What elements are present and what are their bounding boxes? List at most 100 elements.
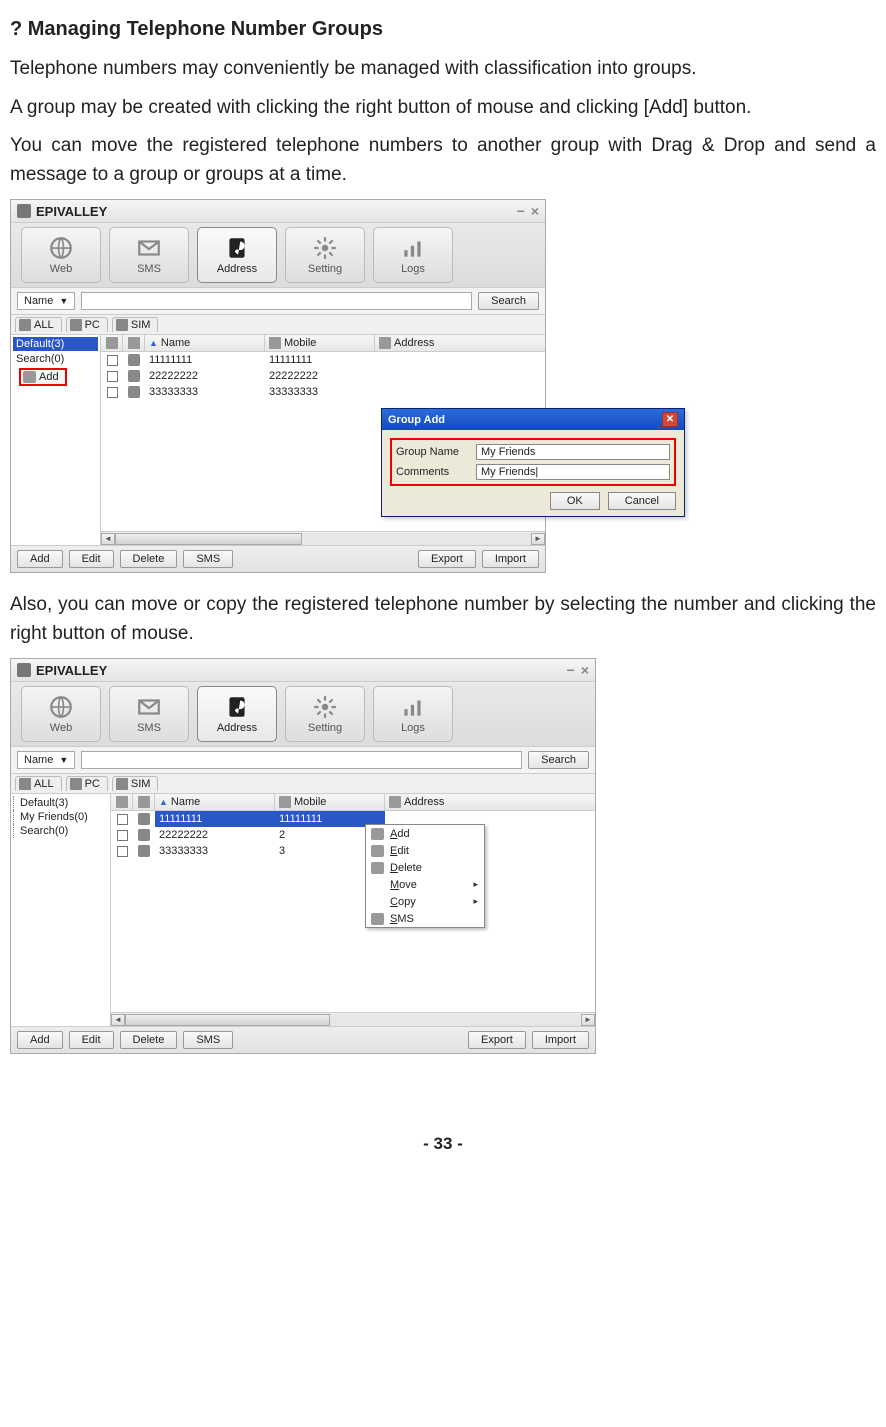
toolbar-address[interactable]: Address <box>197 227 277 283</box>
source-tabs: ALL PC SIM <box>11 315 545 335</box>
gear-icon <box>311 235 339 261</box>
minimize-icon[interactable]: − <box>517 203 525 219</box>
sms-button[interactable]: SMS <box>183 550 233 568</box>
col-name[interactable]: ▲Name <box>145 335 265 351</box>
table-row[interactable]: 33333333 3 <box>111 843 595 859</box>
section-heading: ? Managing Telephone Number Groups <box>10 18 876 41</box>
tab-sim[interactable]: SIM <box>112 317 159 332</box>
sms-button[interactable]: SMS <box>183 1031 233 1049</box>
context-add-button[interactable]: Add <box>19 368 67 386</box>
comments-input[interactable]: My Friends| <box>476 464 670 480</box>
h-scrollbar[interactable]: ◄ ► <box>111 1012 595 1026</box>
table-row[interactable]: 22222222 22222222 <box>101 368 545 384</box>
toolbar-web[interactable]: Web <box>21 686 101 742</box>
dialog-close-icon[interactable]: ✕ <box>662 412 678 427</box>
search-field-dropdown[interactable]: Name ▼ <box>17 292 75 310</box>
scroll-right-icon[interactable]: ► <box>581 1014 595 1026</box>
cancel-button[interactable]: Cancel <box>608 492 676 510</box>
h-scrollbar[interactable]: ◄ ► <box>101 531 545 545</box>
tab-all[interactable]: ALL <box>15 776 62 791</box>
add-button[interactable]: Add <box>17 550 63 568</box>
source-icon <box>138 829 150 841</box>
toolbar-sms[interactable]: SMS <box>109 227 189 283</box>
dialog-titlebar[interactable]: Group Add ✕ <box>382 409 684 430</box>
search-button[interactable]: Search <box>478 292 539 310</box>
checkbox[interactable] <box>117 846 128 857</box>
ctx-move[interactable]: Move▸ <box>366 876 484 893</box>
tab-sim[interactable]: SIM <box>112 776 159 791</box>
globe-icon <box>47 235 75 261</box>
check-header-icon[interactable] <box>116 796 128 808</box>
toolbar-web[interactable]: Web <box>21 227 101 283</box>
table-row[interactable]: 22222222 2 <box>111 827 595 843</box>
delete-button[interactable]: Delete <box>120 1031 178 1049</box>
scroll-left-icon[interactable]: ◄ <box>101 533 115 545</box>
toolbar-logs[interactable]: Logs <box>373 686 453 742</box>
minimize-icon[interactable]: − <box>567 662 575 678</box>
edit-button[interactable]: Edit <box>69 550 114 568</box>
edit-button[interactable]: Edit <box>69 1031 114 1049</box>
import-button[interactable]: Import <box>482 550 539 568</box>
col-address[interactable]: Address <box>375 335 545 351</box>
ctx-copy[interactable]: Copy▸ <box>366 893 484 910</box>
export-button[interactable]: Export <box>418 550 476 568</box>
toolbar-label: Logs <box>401 722 425 734</box>
delete-button[interactable]: Delete <box>120 550 178 568</box>
toolbar-logs[interactable]: Logs <box>373 227 453 283</box>
sidebar-item-default[interactable]: Default(3) <box>13 337 98 351</box>
toolbar-setting[interactable]: Setting <box>285 686 365 742</box>
checkbox[interactable] <box>107 387 118 398</box>
table-row[interactable]: 11111111 11111111 <box>111 811 595 827</box>
checkbox[interactable] <box>107 371 118 382</box>
close-icon[interactable]: × <box>531 203 539 219</box>
tab-all[interactable]: ALL <box>15 317 62 332</box>
sidebar-item[interactable]: Search(0) <box>13 824 108 838</box>
ok-button[interactable]: OK <box>550 492 600 510</box>
toolbar-sms[interactable]: SMS <box>109 686 189 742</box>
toolbar-setting[interactable]: Setting <box>285 227 365 283</box>
scroll-thumb[interactable] <box>125 1014 330 1026</box>
bottom-toolbar: Add Edit Delete SMS Export Import <box>11 545 545 572</box>
col-mobile[interactable]: Mobile <box>265 335 375 351</box>
app-window: EPIVALLEY − × Web SMS Address Setti <box>10 199 546 573</box>
table-row[interactable]: 11111111 11111111 <box>101 352 545 368</box>
checkbox[interactable] <box>117 814 128 825</box>
group-sidebar: Default(3) My Friends(0) Search(0) <box>11 794 111 1026</box>
search-input[interactable] <box>81 751 522 769</box>
col-address[interactable]: Address <box>385 794 595 810</box>
tab-icon <box>19 319 31 331</box>
col-name[interactable]: ▲Name <box>155 794 275 810</box>
bars-icon <box>399 235 427 261</box>
import-button[interactable]: Import <box>532 1031 589 1049</box>
search-field-dropdown[interactable]: Name ▼ <box>17 751 75 769</box>
tab-pc[interactable]: PC <box>66 776 108 791</box>
search-input[interactable] <box>81 292 472 310</box>
scroll-thumb[interactable] <box>115 533 302 545</box>
app-title: EPIVALLEY <box>36 204 107 219</box>
checkbox[interactable] <box>117 830 128 841</box>
check-header-icon[interactable] <box>106 337 118 349</box>
ctx-delete[interactable]: Delete <box>366 859 484 876</box>
ctx-edit[interactable]: Edit <box>366 842 484 859</box>
sidebar-item-search[interactable]: Search(0) <box>13 352 98 366</box>
sidebar-item[interactable]: My Friends(0) <box>13 810 108 824</box>
tab-pc[interactable]: PC <box>66 317 108 332</box>
sidebar-item[interactable]: Default(3) <box>13 796 108 810</box>
ctx-sms[interactable]: SMS <box>366 910 484 927</box>
toolbar: Web SMS Address Setting Logs <box>11 223 545 288</box>
app-window: EPIVALLEY − × Web SMS Address Setti <box>10 658 596 1054</box>
scroll-right-icon[interactable]: ► <box>531 533 545 545</box>
export-button[interactable]: Export <box>468 1031 526 1049</box>
ctx-add[interactable]: Add <box>366 825 484 842</box>
tab-label: ALL <box>34 778 54 790</box>
add-button[interactable]: Add <box>17 1031 63 1049</box>
scroll-left-icon[interactable]: ◄ <box>111 1014 125 1026</box>
group-name-input[interactable]: My Friends <box>476 444 670 460</box>
checkbox[interactable] <box>107 355 118 366</box>
close-icon[interactable]: × <box>581 662 589 678</box>
toolbar-address[interactable]: Address <box>197 686 277 742</box>
search-button[interactable]: Search <box>528 751 589 769</box>
col-mobile[interactable]: Mobile <box>275 794 385 810</box>
table-row[interactable]: 33333333 33333333 <box>101 384 545 400</box>
toolbar-label: Web <box>50 263 72 275</box>
